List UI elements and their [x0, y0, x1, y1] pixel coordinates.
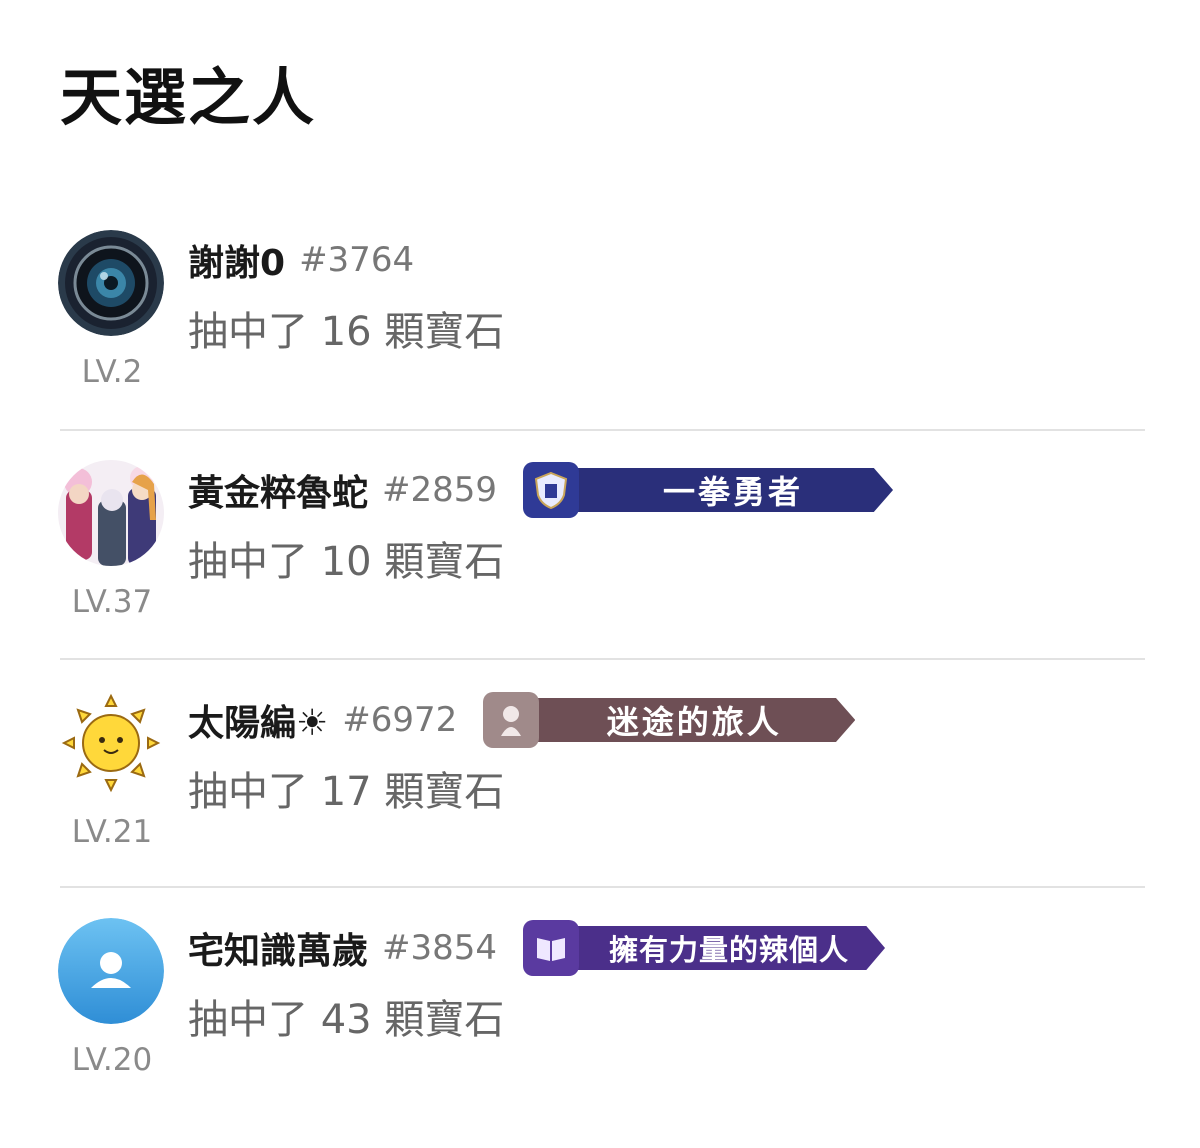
divider: [60, 886, 1145, 888]
wanderer-icon: [483, 692, 540, 748]
username[interactable]: 太陽編☀: [188, 694, 328, 746]
user-level: LV.37: [71, 584, 153, 620]
open-book-icon: [523, 920, 580, 976]
shield-crest-icon: [523, 462, 580, 518]
reward-text: 抽中了 17 顆寶石: [188, 769, 505, 815]
list-item[interactable]: LV.37 黃金粹魯蛇 #2859 一拳勇者 抽中了 10 顆寶石: [0, 460, 1200, 690]
user-tag: #2859: [382, 470, 498, 510]
smiling-sun-avatar[interactable]: [58, 690, 164, 796]
divider: [60, 429, 1145, 431]
username[interactable]: 黃金粹魯蛇: [188, 464, 368, 516]
camera-lens-avatar[interactable]: [58, 230, 164, 336]
default-user-avatar[interactable]: [58, 918, 164, 1024]
user-name-line: 太陽編☀ #6972 迷途的旅人: [188, 692, 856, 748]
username[interactable]: 宅知識萬歲: [188, 922, 368, 974]
title-badge[interactable]: 迷途的旅人: [483, 692, 856, 748]
title-badge[interactable]: 擁有力量的辣個人: [523, 920, 886, 976]
user-tag: #6972: [342, 700, 458, 740]
reward-text: 抽中了 10 顆寶石: [188, 539, 505, 585]
user-name-line: 宅知識萬歲 #3854 擁有力量的辣個人: [188, 920, 886, 976]
reward-text: 抽中了 16 顆寶石: [188, 309, 505, 355]
user-level: LV.20: [71, 1042, 153, 1078]
list-item[interactable]: LV.20 宅知識萬歲 #3854 擁有力量的辣個人 抽中了 43 顆寶石: [0, 918, 1200, 1148]
user-name-line: 謝謝0 #3764: [188, 232, 414, 288]
user-level: LV.21: [71, 814, 153, 850]
badge-label: 迷途的旅人: [533, 698, 856, 742]
anime-characters-avatar[interactable]: [58, 460, 164, 566]
user-name-line: 黃金粹魯蛇 #2859 一拳勇者: [188, 462, 894, 518]
list-item[interactable]: LV.2 謝謝0 #3764 抽中了 16 顆寶石: [0, 230, 1200, 460]
divider: [60, 658, 1145, 660]
user-tag: #3764: [299, 240, 415, 280]
user-level: LV.2: [81, 354, 143, 390]
username[interactable]: 謝謝0: [188, 234, 285, 286]
badge-label: 擁有力量的辣個人: [573, 926, 886, 970]
badge-label: 一拳勇者: [573, 468, 894, 512]
page-title: 天選之人: [60, 61, 317, 134]
user-tag: #3854: [382, 928, 498, 968]
title-badge[interactable]: 一拳勇者: [523, 462, 894, 518]
list-item[interactable]: LV.21 太陽編☀ #6972 迷途的旅人 抽中了 17 顆寶石: [0, 690, 1200, 920]
reward-text: 抽中了 43 顆寶石: [188, 997, 505, 1043]
